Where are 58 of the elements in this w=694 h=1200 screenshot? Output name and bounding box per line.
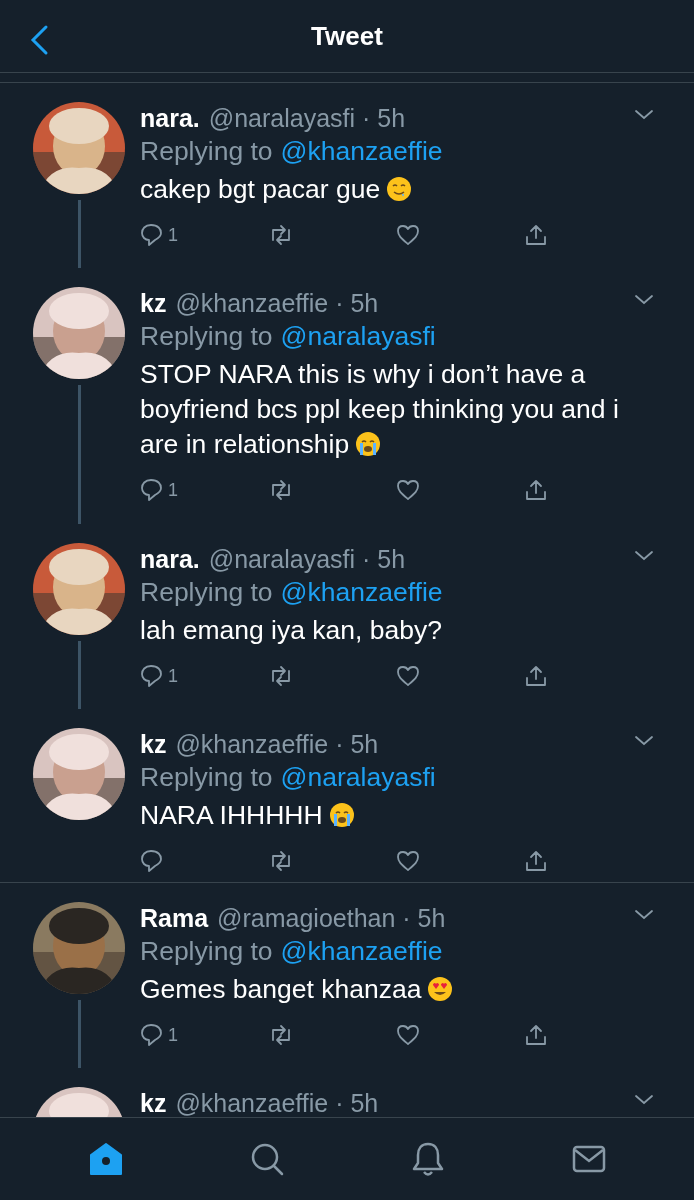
tweet-meta: @khanzaeffie · 5h [175, 729, 380, 759]
reply-icon[interactable] [140, 478, 164, 502]
reply-count: 1 [168, 665, 178, 687]
reply-icon[interactable] [140, 1023, 164, 1047]
mention-link[interactable]: @khanzaeffie [280, 936, 443, 966]
replying-label: Replying to [140, 936, 273, 966]
replying-label: Replying to [140, 762, 273, 792]
chevron-down-icon[interactable] [634, 1094, 654, 1106]
replying-label: Replying to [140, 136, 273, 166]
emoji-icon [328, 802, 355, 828]
chevron-down-icon[interactable] [634, 909, 654, 921]
share-icon[interactable] [524, 849, 548, 873]
chevron-down-icon[interactable] [634, 109, 654, 121]
user-name: kz [140, 1088, 167, 1117]
home-icon[interactable] [87, 1141, 124, 1177]
reply-count: 1 [168, 224, 178, 246]
chevron-down-icon[interactable] [634, 294, 654, 306]
chevron-down-icon[interactable] [634, 550, 654, 562]
emoji-icon [427, 976, 454, 1002]
chevron-down-icon[interactable] [634, 735, 654, 747]
user-name: Rama [140, 903, 209, 933]
tweet-meta: @ramagioethan · 5h [217, 903, 447, 933]
tweet-text: NARA IHHHHH [140, 798, 654, 833]
tweet-meta: @naralayasfi · 5h [208, 544, 407, 574]
tweet-meta: @khanzaeffie · 5h [175, 1088, 380, 1117]
page-title: Tweet [311, 20, 383, 52]
heart-icon[interactable] [396, 1023, 420, 1047]
tweet-text: Gemes banget khanzaa [140, 972, 654, 1007]
emoji-icon [386, 176, 413, 202]
tweet-meta: @naralayasfi · 5h [208, 103, 407, 133]
share-icon[interactable] [524, 1023, 548, 1047]
reply-icon[interactable] [140, 849, 164, 873]
share-icon[interactable] [524, 478, 548, 502]
user-name: kz [140, 729, 167, 759]
reply-count: 1 [168, 1024, 178, 1046]
heart-icon[interactable] [396, 223, 420, 247]
reply-icon[interactable] [140, 223, 164, 247]
emoji-icon [355, 431, 382, 457]
replying-label: Replying to [140, 577, 273, 607]
heart-icon[interactable] [396, 664, 420, 688]
tweet-text: STOP NARA this is why i don’t have a boyfriend bcs ppl keep thinking you and i are in relationship [140, 358, 620, 461]
replying-label: Replying to [140, 321, 273, 351]
reply-icon[interactable] [140, 664, 164, 688]
reply-count: 1 [168, 479, 178, 501]
share-icon[interactable] [524, 223, 548, 247]
tweet-text: cakep bgt pacar gue [140, 172, 654, 207]
heart-icon[interactable] [396, 849, 420, 873]
mention-link[interactable]: @khanzaeffie [280, 577, 443, 607]
mention-link[interactable]: @naralayasfi [280, 762, 436, 792]
user-name: kz [140, 288, 167, 318]
tweet-meta: @khanzaeffie · 5h [175, 288, 380, 318]
mention-link[interactable]: @khanzaeffie [280, 136, 443, 166]
heart-icon[interactable] [396, 478, 420, 502]
share-icon[interactable] [524, 664, 548, 688]
user-name: nara. [140, 103, 200, 133]
user-name: nara. [140, 544, 200, 574]
tweet-text: lah emang iya kan, baby? [140, 614, 443, 647]
mention-link[interactable]: @naralayasfi [280, 321, 436, 351]
